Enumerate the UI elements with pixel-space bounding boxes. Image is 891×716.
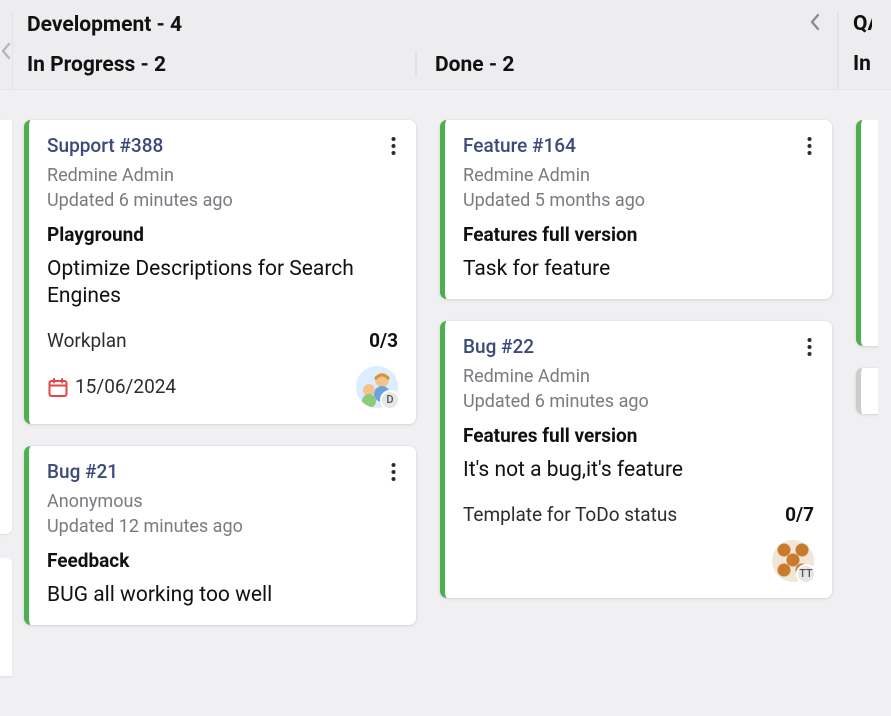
collapse-group-button[interactable] (799, 12, 823, 37)
issue-link[interactable]: Bug #21 (47, 460, 118, 483)
column-group-title-text: Development - 4 (27, 13, 182, 37)
issue-updated: Updated 6 minutes ago (463, 391, 814, 412)
issue-title: It's not a bug,it's feature (463, 457, 814, 484)
more-vertical-icon (807, 136, 812, 156)
assignee-avatar[interactable]: D (356, 366, 398, 408)
more-vertical-icon (391, 462, 396, 482)
issue-author: Redmine Admin (47, 165, 398, 186)
lane-in-progress: Support #388 Redmine Admin Updated 6 min… (12, 120, 428, 676)
issue-card[interactable]: Support #388 Redmine Admin Updated 6 min… (24, 120, 416, 424)
card-more-button[interactable] (805, 335, 814, 360)
more-vertical-icon (807, 337, 812, 357)
column-group-development: Development - 4 In Progress - 2 Done - 2 (12, 12, 838, 89)
issue-title: Optimize Descriptions for Search Engines (47, 256, 398, 311)
issue-card[interactable]: Bug #22 Redmine Admin Updated 6 minutes … (440, 321, 832, 597)
issue-link[interactable]: Support #388 (47, 134, 163, 157)
subcolumn-in-progress: In Progress - 2 (27, 51, 415, 77)
peek-card[interactable] (0, 120, 12, 534)
checklist-progress: 0/3 (369, 329, 398, 352)
column-group-title: Development - 4 (27, 12, 823, 37)
checklist-name: Template for ToDo status (463, 503, 677, 526)
lane-qa-in: F R U F C (844, 120, 878, 676)
issue-link[interactable]: Bug #22 (463, 335, 534, 358)
issue-title: BUG all working too well (47, 582, 398, 609)
issue-card[interactable]: Bug #21 Anonymous Updated 12 minutes ago… (24, 446, 416, 625)
calendar-icon (47, 377, 67, 397)
issue-author: Anonymous (47, 491, 398, 512)
subcolumn-done: Done - 2 (415, 51, 823, 77)
peek-card[interactable] (0, 558, 12, 676)
subcolumn-row: In (853, 50, 858, 76)
issue-card[interactable]: F R U F C (856, 120, 878, 346)
column-group-title: QA (853, 12, 858, 36)
checklist-progress: 0/7 (785, 503, 814, 526)
issue-updated: Updated 6 minutes ago (47, 190, 398, 211)
subcolumn-qa-in: In (853, 50, 871, 76)
issue-updated: Updated 12 minutes ago (47, 516, 398, 537)
card-more-button[interactable] (389, 460, 398, 485)
issue-project: Feedback (47, 549, 398, 572)
issue-link[interactable]: Feature #164 (463, 134, 576, 157)
checklist-name: Workplan (47, 329, 127, 352)
issue-updated: Updated 5 months ago (463, 190, 814, 211)
issue-card[interactable]: Feature #164 Redmine Admin Updated 5 mon… (440, 120, 832, 299)
scroll-left-edge (0, 12, 12, 89)
issue-author: Redmine Admin (463, 366, 814, 387)
issue-card[interactable] (856, 368, 878, 414)
chevron-left-icon (807, 13, 823, 31)
assignee-avatar[interactable]: TT (772, 540, 814, 582)
avatar-badge: TT (796, 564, 816, 584)
avatar-badge: D (380, 390, 400, 410)
lane-done: Feature #164 Redmine Admin Updated 5 mon… (428, 120, 844, 676)
offscreen-left-peek (0, 120, 12, 676)
issue-project: Playground (47, 223, 398, 246)
issue-project: Features full version (463, 223, 814, 246)
chevron-left-icon (1, 42, 11, 60)
issue-project: Features full version (463, 424, 814, 447)
issue-title: Task for feature (463, 256, 814, 283)
more-vertical-icon (391, 136, 396, 156)
column-group-title-text: QA (853, 12, 872, 36)
column-group-qa: QA In (838, 12, 872, 89)
board-column-header: Development - 4 In Progress - 2 Done - 2… (0, 0, 891, 90)
due-date-text: 15/06/2024 (75, 375, 176, 398)
due-date: 15/06/2024 (47, 375, 176, 398)
subcolumn-row: In Progress - 2 Done - 2 (27, 51, 823, 77)
board-body: Support #388 Redmine Admin Updated 6 min… (0, 90, 891, 676)
card-more-button[interactable] (389, 134, 398, 159)
issue-author: Redmine Admin (463, 165, 814, 186)
card-more-button[interactable] (805, 134, 814, 159)
